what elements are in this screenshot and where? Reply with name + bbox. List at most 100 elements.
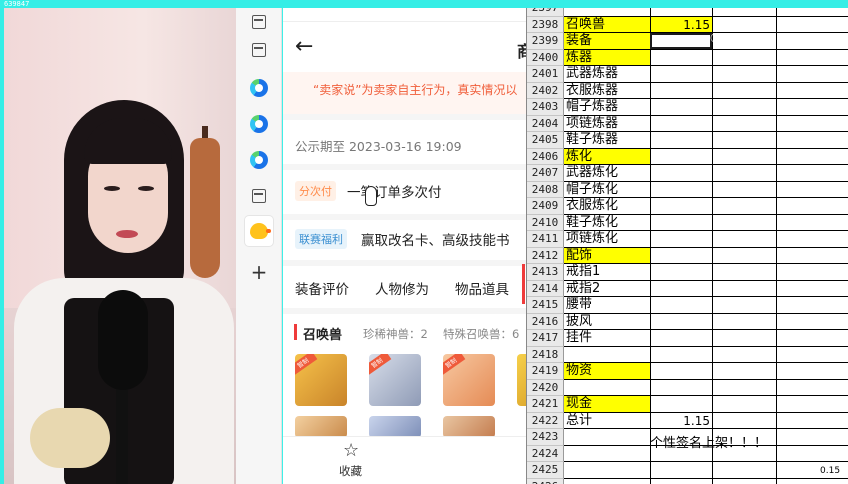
cell-value[interactable]: [650, 247, 712, 264]
cell-empty[interactable]: [712, 280, 776, 297]
cell-empty[interactable]: [776, 82, 848, 99]
row-number[interactable]: 2399: [527, 33, 564, 50]
cell-empty[interactable]: [776, 313, 848, 330]
cell-value[interactable]: [650, 462, 712, 479]
cell-value[interactable]: [650, 363, 712, 380]
cell-empty[interactable]: [776, 33, 848, 50]
cell-category[interactable]: 挂件: [564, 330, 650, 347]
cell-empty[interactable]: [712, 82, 776, 99]
cell-empty[interactable]: [712, 132, 776, 149]
cell-value[interactable]: [650, 280, 712, 297]
back-arrow-icon[interactable]: ←: [295, 34, 313, 59]
cell-category[interactable]: 武器炼化: [564, 165, 650, 182]
cell-empty[interactable]: [712, 379, 776, 396]
cell-category[interactable]: [564, 347, 650, 363]
cell-category[interactable]: 衣服炼化: [564, 198, 650, 215]
cell-value[interactable]: [650, 99, 712, 116]
cell-category[interactable]: 鞋子炼化: [564, 215, 650, 231]
cell-value[interactable]: [650, 165, 712, 182]
cell-value[interactable]: [650, 82, 712, 99]
cell-value[interactable]: [650, 198, 712, 215]
cell-value[interactable]: [650, 478, 712, 484]
cell-empty[interactable]: [712, 99, 776, 116]
chick-icon[interactable]: [245, 216, 273, 246]
cell-value[interactable]: [650, 214, 712, 231]
cell-category[interactable]: 项链炼化: [564, 231, 650, 248]
cell-empty[interactable]: [776, 49, 848, 66]
cell-value[interactable]: [650, 330, 712, 347]
row-number[interactable]: 2411: [527, 231, 564, 248]
cell-empty[interactable]: [776, 115, 848, 132]
cell-category[interactable]: [564, 380, 650, 396]
cell-empty[interactable]: [776, 198, 848, 215]
add-tab-icon[interactable]: +: [247, 260, 271, 284]
summon-thumbnail[interactable]: [443, 416, 495, 438]
cell-value[interactable]: [650, 148, 712, 165]
cell-category[interactable]: [564, 8, 650, 17]
cell-empty[interactable]: [776, 297, 848, 314]
row-number[interactable]: 2426: [527, 478, 564, 484]
cell-empty[interactable]: [712, 247, 776, 264]
edge-icon[interactable]: [247, 112, 271, 136]
row-number[interactable]: 2408: [527, 181, 564, 198]
cell-empty[interactable]: [776, 379, 848, 396]
cell-category[interactable]: 召唤兽: [564, 16, 650, 33]
cell-category[interactable]: 现金: [564, 396, 650, 413]
spreadsheet[interactable]: 23972398召唤兽1.152399装备2400炼器2401武器炼器2402衣…: [526, 8, 848, 484]
row-number[interactable]: 2415: [527, 297, 564, 314]
cell-empty[interactable]: [712, 363, 776, 380]
summon-thumbnail[interactable]: [295, 416, 347, 438]
cell-value[interactable]: [650, 8, 712, 17]
cell-empty[interactable]: [712, 198, 776, 215]
cell-category[interactable]: [564, 479, 650, 484]
cell-category[interactable]: 武器炼器: [564, 66, 650, 83]
cell-empty[interactable]: [776, 132, 848, 149]
cell-empty[interactable]: [776, 412, 848, 429]
cell-empty[interactable]: [776, 214, 848, 231]
cell-empty[interactable]: [776, 8, 848, 17]
cell-value[interactable]: [650, 231, 712, 248]
cell-value[interactable]: [650, 297, 712, 314]
cell-category[interactable]: 物资: [564, 363, 650, 380]
cell-empty[interactable]: [776, 429, 848, 446]
row-number[interactable]: 2413: [527, 264, 564, 281]
cell-category[interactable]: 帽子炼化: [564, 182, 650, 198]
cell-value[interactable]: 1.15: [650, 412, 712, 429]
cell-category[interactable]: [564, 429, 650, 446]
row-number[interactable]: 2418: [527, 346, 564, 363]
cell-empty[interactable]: [712, 214, 776, 231]
cell-empty[interactable]: [776, 66, 848, 83]
row-number[interactable]: 2425: [527, 462, 564, 479]
cell-value[interactable]: [650, 132, 712, 149]
cell-empty[interactable]: [712, 478, 776, 484]
cell-empty[interactable]: [776, 247, 848, 264]
row-number[interactable]: 2406: [527, 148, 564, 165]
row-number[interactable]: 2400: [527, 49, 564, 66]
summon-thumbnail[interactable]: 暂制: [443, 354, 495, 406]
row-number[interactable]: 2423: [527, 429, 564, 446]
row-number[interactable]: 2421: [527, 396, 564, 413]
cell-empty[interactable]: [712, 313, 776, 330]
row-number[interactable]: 2397: [527, 8, 564, 17]
cell-value[interactable]: [650, 396, 712, 413]
cell-empty[interactable]: [776, 181, 848, 198]
row-number[interactable]: 2416: [527, 313, 564, 330]
cell-empty[interactable]: [712, 346, 776, 363]
row-number[interactable]: 2402: [527, 82, 564, 99]
summon-thumbnail[interactable]: [369, 416, 421, 438]
row-number[interactable]: 2412: [527, 247, 564, 264]
cell-empty[interactable]: [712, 49, 776, 66]
star-icon[interactable]: ☆: [343, 440, 359, 461]
cell-category[interactable]: 披风: [564, 314, 650, 330]
cell-value[interactable]: [650, 49, 712, 66]
tab-equipment-review[interactable]: 装备评价: [295, 278, 349, 298]
row-number[interactable]: 2407: [527, 165, 564, 182]
summon-thumbnail[interactable]: [517, 354, 526, 406]
cell-category[interactable]: 炼化: [564, 148, 650, 165]
tab-actions-icon[interactable]: [247, 10, 271, 34]
row-number[interactable]: 2410: [527, 214, 564, 231]
cell-category[interactable]: 鞋子炼器: [564, 132, 650, 149]
page-icon[interactable]: [247, 38, 271, 62]
cell-category[interactable]: 项链炼器: [564, 116, 650, 132]
favorite-label[interactable]: 收藏: [339, 463, 362, 479]
